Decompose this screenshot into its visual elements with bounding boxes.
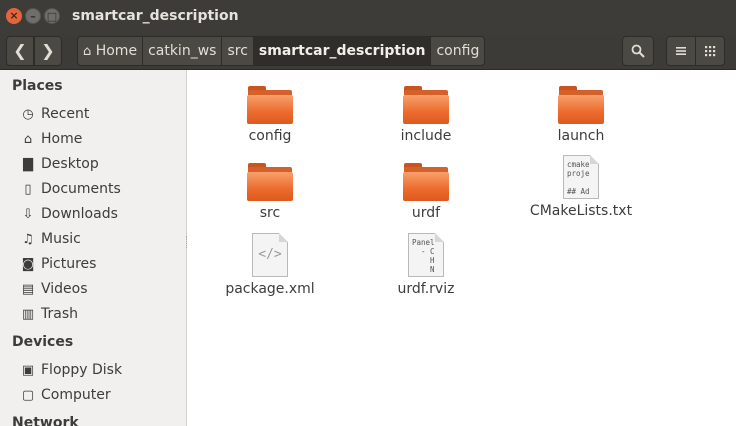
folder-item-src[interactable]: src <box>205 163 335 221</box>
sidebar-item-pictures[interactable]: ◙ Pictures <box>20 253 97 275</box>
file-name: include <box>400 128 452 144</box>
breadcrumb-src[interactable]: src <box>221 36 254 66</box>
grid-view-button[interactable] <box>695 36 725 66</box>
floppy-icon: ▣ <box>21 363 35 378</box>
folder-icon <box>558 86 604 124</box>
file-name: src <box>259 205 281 221</box>
file-name: launch <box>557 128 605 144</box>
sidebar-item-label: Documents <box>41 181 121 197</box>
sidebar-item-home[interactable]: ⌂ Home <box>20 128 82 150</box>
search-icon <box>631 44 645 58</box>
film-icon: ▤ <box>21 282 35 297</box>
home-icon: ⌂ <box>83 44 92 59</box>
file-view: config include launch src urdf cmake pro… <box>188 70 736 426</box>
file-preview: cmake proje ## Ad <box>567 160 590 196</box>
breadcrumb-smartcar-description[interactable]: smartcar_description <box>252 36 432 66</box>
sidebar-item-trash[interactable]: ▥ Trash <box>20 303 78 325</box>
file-preview: Panel - C H N <box>412 238 435 274</box>
folder-item-include[interactable]: include <box>361 86 491 144</box>
search-button[interactable] <box>622 36 654 66</box>
camera-icon: ◙ <box>21 257 35 272</box>
sidebar-section-network: Network <box>12 415 79 426</box>
sidebar-item-desktop[interactable]: ▇ Desktop <box>20 153 99 175</box>
sidebar-item-label: Home <box>41 131 83 147</box>
sidebar-item-label: Downloads <box>41 206 118 222</box>
maximize-window-button[interactable]: □ <box>44 8 60 24</box>
trash-icon: ▥ <box>21 307 35 322</box>
file-name: CMakeLists.txt <box>529 203 633 219</box>
window-title: smartcar_description <box>72 8 239 24</box>
sidebar-item-label: Trash <box>41 306 78 322</box>
folder-item-config[interactable]: config <box>205 86 335 144</box>
text-file-icon: Panel - C H N <box>408 233 444 277</box>
grid-view-icon <box>705 46 716 57</box>
file-name: urdf.rviz <box>397 281 455 297</box>
sidebar-item-label: Floppy Disk <box>41 362 123 378</box>
file-name: package.xml <box>225 281 315 297</box>
sidebar-item-recent[interactable]: ◷ Recent <box>20 103 89 125</box>
breadcrumb-home[interactable]: ⌂ Home <box>77 36 144 66</box>
folder-item-urdf[interactable]: urdf <box>361 163 491 221</box>
sidebar-item-label: Computer <box>41 387 111 403</box>
file-preview: </> <box>258 247 282 262</box>
breadcrumb: ⌂ Home catkin_ws src smartcar_descriptio… <box>77 36 486 66</box>
file-item-cmakelists[interactable]: cmake proje ## Ad CMakeLists.txt <box>516 155 646 219</box>
sidebar-item-documents[interactable]: ▯ Documents <box>20 178 121 200</box>
document-icon: ▯ <box>24 182 32 197</box>
sidebar-item-videos[interactable]: ▤ Videos <box>20 278 88 300</box>
sidebar-section-devices: Devices <box>12 334 74 350</box>
sidebar-item-music[interactable]: ♫ Music <box>20 228 81 250</box>
home-icon: ⌂ <box>23 132 33 147</box>
breadcrumb-label: Home <box>95 43 138 59</box>
folder-icon <box>403 86 449 124</box>
close-window-button[interactable]: × <box>6 8 22 24</box>
title-bar: × – □ smartcar_description <box>0 0 736 34</box>
sidebar-item-label: Music <box>41 231 81 247</box>
file-name: urdf <box>411 205 441 221</box>
breadcrumb-config[interactable]: config <box>430 36 486 66</box>
forward-button[interactable]: ❯ <box>34 36 62 66</box>
chevron-right-icon: ❯ <box>41 41 55 60</box>
breadcrumb-catkin-ws[interactable]: catkin_ws <box>142 36 223 66</box>
computer-icon: ▢ <box>21 388 35 403</box>
sidebar-item-label: Recent <box>41 106 90 122</box>
sidebar-item-label: Pictures <box>41 256 97 272</box>
list-view-icon <box>676 47 686 55</box>
chevron-left-icon: ❮ <box>13 41 27 60</box>
toolbar: ❮ ❯ ⌂ Home catkin_ws src smartcar_descri… <box>0 34 736 70</box>
sidebar-item-computer[interactable]: ▢ Computer <box>20 384 111 406</box>
file-name: config <box>248 128 292 144</box>
sidebar-item-label: Desktop <box>41 156 99 172</box>
sidebar: Places ◷ Recent ⌂ Home ▇ Desktop ▯ Documents… <box>0 70 187 426</box>
file-item-package-xml[interactable]: </> package.xml <box>205 233 335 297</box>
file-manager-window: × – □ smartcar_description ❮ ❯ ⌂ Home ca… <box>0 0 736 426</box>
back-button[interactable]: ❮ <box>6 36 34 66</box>
folder-icon: ▇ <box>23 157 33 172</box>
folder-icon <box>403 163 449 201</box>
music-icon: ♫ <box>22 232 34 247</box>
folder-icon <box>247 86 293 124</box>
text-file-icon: cmake proje ## Ad <box>563 155 599 199</box>
xml-file-icon: </> <box>252 233 288 277</box>
download-icon: ⇩ <box>22 207 34 222</box>
sidebar-item-label: Videos <box>41 281 88 297</box>
list-view-button[interactable] <box>666 36 696 66</box>
folder-icon <box>247 163 293 201</box>
folder-item-launch[interactable]: launch <box>516 86 646 144</box>
sidebar-item-floppy-disk[interactable]: ▣ Floppy Disk <box>20 359 122 381</box>
sidebar-section-places: Places <box>12 78 63 94</box>
minimize-window-button[interactable]: – <box>25 8 41 24</box>
file-item-urdf-rviz[interactable]: Panel - C H N urdf.rviz <box>361 233 491 297</box>
clock-icon: ◷ <box>22 107 34 122</box>
sidebar-item-downloads[interactable]: ⇩ Downloads <box>20 203 118 225</box>
